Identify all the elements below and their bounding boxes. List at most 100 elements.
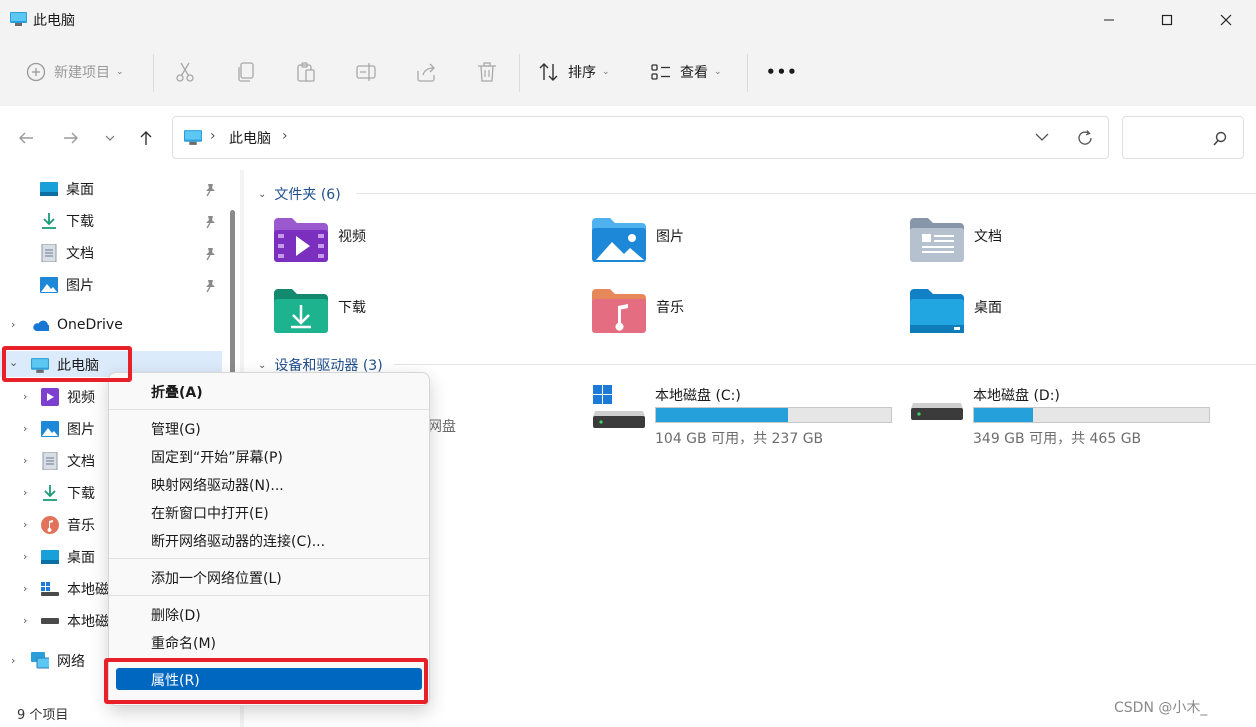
sidebar-item-onedrive[interactable]: OneDrive bbox=[31, 309, 123, 341]
view-icon bbox=[651, 64, 670, 80]
back-button[interactable] bbox=[12, 124, 40, 152]
breadcrumb-separator[interactable]: › bbox=[210, 128, 216, 144]
pin-icon[interactable] bbox=[203, 279, 217, 293]
sidebar-item-downloads-pc[interactable]: 下载 bbox=[41, 477, 95, 509]
forward-button[interactable] bbox=[57, 124, 85, 152]
sidebar-item-local-disk-c[interactable]: 本地磁 bbox=[41, 573, 109, 605]
chevron-right-icon[interactable]: › bbox=[23, 422, 27, 435]
chevron-right-icon[interactable]: › bbox=[23, 550, 27, 563]
sidebar-scrollbar[interactable] bbox=[230, 210, 235, 380]
download-icon bbox=[40, 212, 58, 230]
folder-desktop[interactable]: 桌面 bbox=[910, 289, 1002, 333]
sidebar-item-downloads[interactable]: 下载 bbox=[40, 205, 94, 237]
new-item-label: 新建项目 bbox=[54, 65, 110, 81]
drive-usage-fill bbox=[656, 408, 788, 422]
menu-item-map-network-drive[interactable]: 映射网络驱动器(N)... bbox=[151, 475, 284, 495]
folder-pictures[interactable]: 图片 bbox=[592, 218, 684, 262]
more-button[interactable]: ••• bbox=[766, 54, 798, 90]
menu-item-rename[interactable]: 重命名(M) bbox=[151, 633, 216, 653]
sidebar-item-pictures-pc[interactable]: 图片 bbox=[41, 413, 95, 445]
folder-label: 音乐 bbox=[656, 300, 684, 316]
sidebar-item-local-disk-d[interactable]: 本地磁 bbox=[41, 605, 109, 637]
sidebar-item-pictures[interactable]: 图片 bbox=[40, 269, 94, 301]
breadcrumb-separator[interactable]: › bbox=[282, 128, 288, 144]
new-item-button[interactable]: 新建项目 ⌄ bbox=[26, 54, 124, 90]
menu-item-open-new-window[interactable]: 在新窗口中打开(E) bbox=[151, 503, 269, 523]
sidebar-item-music[interactable]: 音乐 bbox=[41, 509, 95, 541]
chevron-right-icon[interactable]: › bbox=[23, 486, 27, 499]
computer-icon bbox=[184, 130, 202, 145]
sidebar-item-label: 桌面 bbox=[66, 182, 94, 198]
sidebar-item-label: 音乐 bbox=[67, 518, 95, 534]
status-item-count: 9 个项目 bbox=[17, 708, 69, 723]
recent-locations-button[interactable] bbox=[96, 124, 124, 152]
music-icon bbox=[41, 516, 59, 534]
folder-music[interactable]: 音乐 bbox=[592, 289, 684, 333]
maximize-button[interactable] bbox=[1137, 0, 1197, 40]
menu-item-manage[interactable]: 管理(G) bbox=[151, 419, 201, 439]
sidebar-item-desktop-pc[interactable]: 桌面 bbox=[41, 541, 95, 573]
chevron-down-icon[interactable] bbox=[1034, 129, 1050, 145]
drive-icon bbox=[911, 403, 963, 420]
folder-videos[interactable]: 视频 bbox=[274, 218, 366, 262]
menu-item-delete[interactable]: 删除(D) bbox=[151, 605, 201, 625]
minimize-button[interactable] bbox=[1079, 0, 1139, 40]
menu-item-collapse[interactable]: 折叠(A) bbox=[151, 382, 203, 402]
menu-item-pin-to-start[interactable]: 固定到“开始”屏幕(P) bbox=[151, 447, 283, 467]
copy-button[interactable] bbox=[235, 54, 257, 90]
sidebar-item-documents[interactable]: 文档 bbox=[40, 237, 94, 269]
drive-free-space: 104 GB 可用，共 237 GB bbox=[655, 431, 824, 447]
chevron-right-icon[interactable]: › bbox=[23, 454, 27, 467]
chevron-right-icon[interactable]: › bbox=[23, 582, 27, 595]
refresh-icon[interactable] bbox=[1075, 128, 1095, 148]
sidebar-item-label: 文档 bbox=[66, 246, 94, 262]
arrow-left-icon bbox=[19, 132, 33, 144]
document-icon bbox=[41, 452, 59, 470]
chevron-right-icon[interactable]: › bbox=[23, 518, 27, 531]
sort-button[interactable]: 排序 ⌄ bbox=[538, 54, 610, 90]
folder-documents[interactable]: 文档 bbox=[910, 218, 1002, 262]
menu-separator bbox=[109, 595, 429, 596]
paste-icon bbox=[297, 62, 315, 82]
drive-d[interactable]: 本地磁盘 (D:) 349 GB 可用，共 465 GB bbox=[911, 385, 1211, 449]
sort-icon bbox=[539, 63, 558, 81]
drive-name: 本地磁盘 (C:) bbox=[655, 388, 741, 404]
close-button[interactable] bbox=[1196, 0, 1256, 40]
menu-item-disconnect-network-drive[interactable]: 断开网络驱动器的连接(C)... bbox=[151, 531, 325, 551]
sidebar-item-label: 视频 bbox=[67, 390, 95, 406]
menu-separator bbox=[109, 409, 429, 410]
rename-button[interactable] bbox=[355, 54, 377, 90]
cut-button[interactable] bbox=[174, 54, 196, 90]
sidebar-item-network[interactable]: 网络 bbox=[31, 645, 85, 677]
sidebar-item-documents-pc[interactable]: 文档 bbox=[41, 445, 95, 477]
sidebar-item-label: 本地磁 bbox=[67, 614, 109, 630]
chevron-right-icon[interactable]: › bbox=[11, 654, 15, 667]
more-icon: ••• bbox=[766, 63, 798, 81]
up-button[interactable] bbox=[132, 124, 160, 152]
folder-downloads[interactable]: 下载 bbox=[274, 289, 366, 333]
sidebar-item-desktop[interactable]: 桌面 bbox=[40, 173, 94, 205]
pin-icon[interactable] bbox=[203, 215, 217, 229]
breadcrumb-this-pc[interactable]: 此电脑 bbox=[229, 128, 271, 148]
menu-item-add-network-location[interactable]: 添加一个网络位置(L) bbox=[151, 568, 282, 588]
group-title: 文件夹 (6) bbox=[274, 187, 341, 203]
pin-icon[interactable] bbox=[203, 247, 217, 261]
chevron-right-icon[interactable]: › bbox=[23, 390, 27, 403]
chevron-right-icon[interactable]: › bbox=[23, 614, 27, 627]
sidebar-item-videos[interactable]: 视频 bbox=[41, 381, 95, 413]
share-button[interactable] bbox=[415, 54, 437, 90]
cut-icon bbox=[176, 62, 194, 82]
folders-group-header[interactable]: ⌄ 文件夹 (6) bbox=[258, 184, 341, 204]
delete-button[interactable] bbox=[476, 54, 498, 90]
address-bar[interactable]: › 此电脑 › bbox=[172, 116, 1109, 159]
search-input[interactable] bbox=[1122, 116, 1244, 159]
chevron-right-icon[interactable]: › bbox=[11, 318, 15, 331]
drive-icon bbox=[41, 612, 59, 630]
chevron-down-icon: ⌄ bbox=[602, 67, 610, 77]
picture-icon bbox=[40, 276, 58, 294]
view-button[interactable]: 查看 ⌄ bbox=[650, 54, 722, 90]
paste-button[interactable] bbox=[295, 54, 317, 90]
drive-c[interactable]: 本地磁盘 (C:) 104 GB 可用，共 237 GB bbox=[593, 385, 893, 449]
network-icon bbox=[31, 652, 49, 670]
pin-icon[interactable] bbox=[203, 183, 217, 197]
